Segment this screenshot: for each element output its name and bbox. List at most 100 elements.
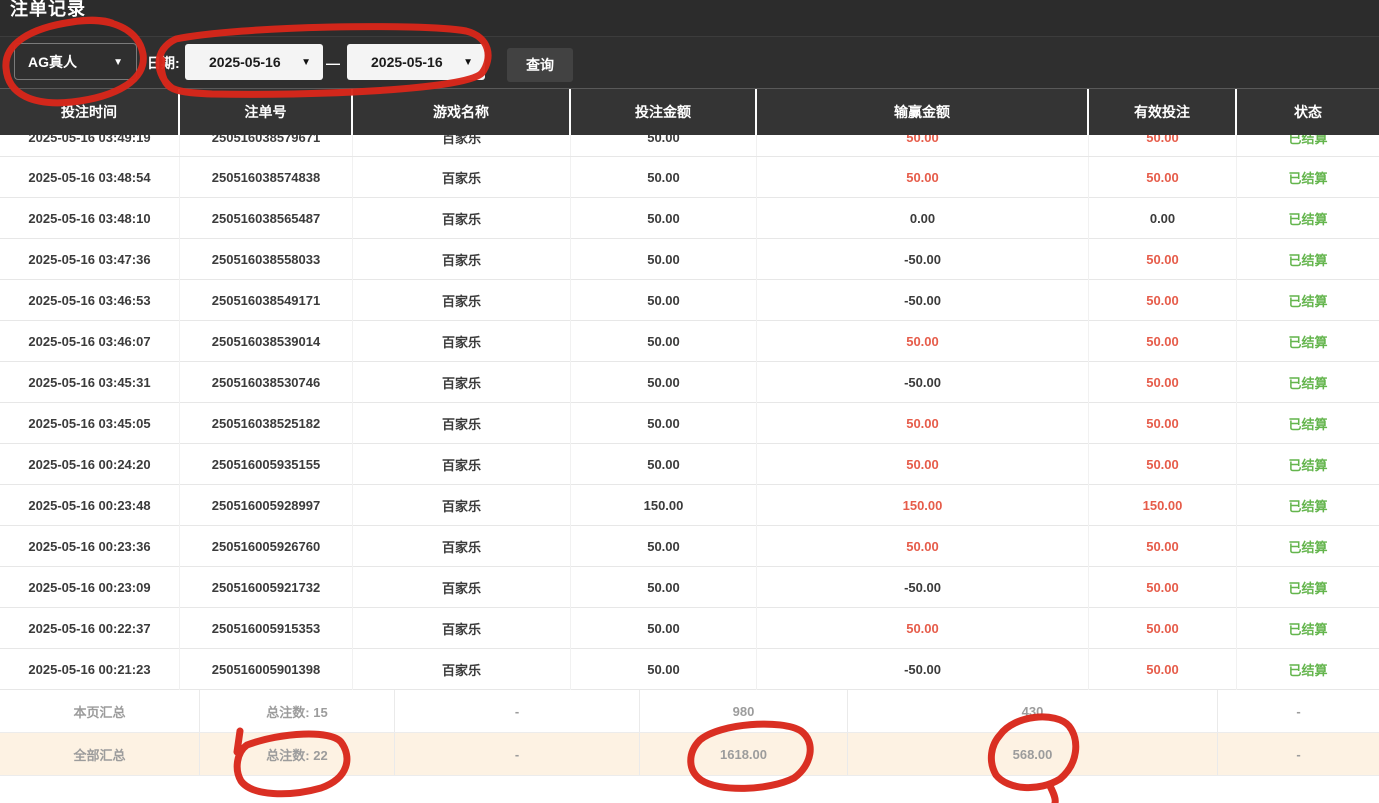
date-from-select[interactable]: 2025-05-16 ▼	[185, 44, 323, 80]
cell-valid-bet: 50.00	[1089, 135, 1237, 157]
cell-bet-time: 2025-05-16 03:48:54	[0, 157, 180, 198]
cell-bet-time: 2025-05-16 00:21:23	[0, 649, 180, 690]
table-row: 2025-05-16 00:23:48 250516005928997 百家乐 …	[0, 485, 1379, 526]
page-title: 注单记录	[10, 0, 86, 21]
cell-bet-time: 2025-05-16 00:24:20	[0, 444, 180, 485]
chevron-down-icon: ▼	[113, 57, 123, 68]
cell-status: 已结算	[1237, 444, 1379, 485]
cell-game-name: 百家乐	[353, 135, 571, 157]
cell-status: 已结算	[1237, 649, 1379, 690]
table-row: 2025-05-16 03:46:07 250516038539014 百家乐 …	[0, 321, 1379, 362]
cell-valid-bet: 50.00	[1089, 444, 1237, 485]
cell-win-loss: 50.00	[757, 403, 1089, 444]
cell-valid-bet: 50.00	[1089, 280, 1237, 321]
cell-status: 已结算	[1237, 485, 1379, 526]
cell-game-name: 百家乐	[353, 526, 571, 567]
cell-win-loss: -50.00	[757, 649, 1089, 690]
table-row: 2025-05-16 03:47:36 250516038558033 百家乐 …	[0, 239, 1379, 280]
cell-bet-number: 250516038539014	[180, 321, 353, 362]
table-row: 2025-05-16 03:45:31 250516038530746 百家乐 …	[0, 362, 1379, 403]
game-platform-value: AG真人	[28, 52, 77, 72]
cell-bet-number: 250516005915353	[180, 608, 353, 649]
cell-bet-time: 2025-05-16 00:22:37	[0, 608, 180, 649]
grand-summary-game: -	[395, 733, 640, 775]
col-header-bet-amount: 投注金额	[571, 89, 757, 135]
page-summary-count: 总注数: 15	[200, 690, 395, 732]
cell-win-loss: 50.00	[757, 135, 1089, 157]
grand-summary-row: 全部汇总 总注数: 22 - 1618.00 568.00 -	[0, 733, 1379, 776]
cell-bet-time: 2025-05-16 03:48:10	[0, 198, 180, 239]
date-label: 日期:	[147, 37, 180, 89]
page-summary-game: -	[395, 690, 640, 732]
table-row: 2025-05-16 00:23:09 250516005921732 百家乐 …	[0, 567, 1379, 608]
cell-valid-bet: 0.00	[1089, 198, 1237, 239]
table-row: 2025-05-16 03:48:54 250516038574838 百家乐 …	[0, 157, 1379, 198]
cell-bet-amount: 50.00	[571, 444, 757, 485]
cell-bet-number: 250516038574838	[180, 157, 353, 198]
filter-bar: AG真人 ▼ 日期: 2025-05-16 ▼ — 2025-05-16 ▼ 查…	[0, 36, 1379, 88]
table-row: 2025-05-16 03:48:10 250516038565487 百家乐 …	[0, 198, 1379, 239]
cell-bet-time: 2025-05-16 00:23:36	[0, 526, 180, 567]
cell-valid-bet: 50.00	[1089, 321, 1237, 362]
cell-bet-number: 250516005926760	[180, 526, 353, 567]
cell-bet-amount: 50.00	[571, 280, 757, 321]
col-header-bet-time: 投注时间	[0, 89, 180, 135]
date-to-select[interactable]: 2025-05-16 ▼	[347, 44, 485, 80]
cell-game-name: 百家乐	[353, 198, 571, 239]
page-summary-status: -	[1218, 690, 1379, 732]
cell-game-name: 百家乐	[353, 485, 571, 526]
cell-status: 已结算	[1237, 157, 1379, 198]
cell-win-loss: -50.00	[757, 239, 1089, 280]
cell-win-loss: -50.00	[757, 362, 1089, 403]
cell-status: 已结算	[1237, 321, 1379, 362]
cell-valid-bet: 50.00	[1089, 567, 1237, 608]
table-body: 2025-05-16 03:49:19 250516038579671 百家乐 …	[0, 135, 1379, 690]
cell-bet-number: 250516038530746	[180, 362, 353, 403]
cell-bet-number: 250516005921732	[180, 567, 353, 608]
table-row: 2025-05-16 03:49:19 250516038579671 百家乐 …	[0, 135, 1379, 157]
cell-game-name: 百家乐	[353, 362, 571, 403]
cell-win-loss: 50.00	[757, 608, 1089, 649]
cell-game-name: 百家乐	[353, 649, 571, 690]
cell-game-name: 百家乐	[353, 444, 571, 485]
page-summary-label: 本页汇总	[0, 690, 200, 732]
col-header-game-name: 游戏名称	[353, 89, 571, 135]
page-summary-row: 本页汇总 总注数: 15 - 980 430 -	[0, 690, 1379, 733]
cell-bet-amount: 50.00	[571, 135, 757, 157]
col-header-status: 状态	[1237, 89, 1379, 135]
cell-bet-time: 2025-05-16 00:23:09	[0, 567, 180, 608]
cell-game-name: 百家乐	[353, 567, 571, 608]
cell-bet-number: 250516038549171	[180, 280, 353, 321]
cell-valid-bet: 50.00	[1089, 526, 1237, 567]
grand-summary-label: 全部汇总	[0, 733, 200, 775]
col-header-win-loss: 输赢金额	[757, 89, 1089, 135]
cell-bet-amount: 50.00	[571, 321, 757, 362]
page-summary-valid: 430	[848, 690, 1218, 732]
cell-bet-amount: 50.00	[571, 362, 757, 403]
cell-game-name: 百家乐	[353, 280, 571, 321]
cell-bet-number: 250516038579671	[180, 135, 353, 157]
cell-valid-bet: 50.00	[1089, 362, 1237, 403]
query-button[interactable]: 查询	[507, 48, 573, 82]
cell-bet-number: 250516038565487	[180, 198, 353, 239]
cell-bet-amount: 50.00	[571, 198, 757, 239]
date-to-value: 2025-05-16	[371, 54, 443, 70]
cell-valid-bet: 150.00	[1089, 485, 1237, 526]
game-platform-select[interactable]: AG真人 ▼	[14, 43, 137, 80]
cell-win-loss: 0.00	[757, 198, 1089, 239]
cell-bet-time: 2025-05-16 03:46:53	[0, 280, 180, 321]
table-row: 2025-05-16 03:45:05 250516038525182 百家乐 …	[0, 403, 1379, 444]
cell-bet-number: 250516038558033	[180, 239, 353, 280]
grand-summary-count: 总注数: 22	[200, 733, 395, 775]
cell-bet-number: 250516038525182	[180, 403, 353, 444]
table-row: 2025-05-16 00:24:20 250516005935155 百家乐 …	[0, 444, 1379, 485]
cell-win-loss: -50.00	[757, 280, 1089, 321]
cell-status: 已结算	[1237, 280, 1379, 321]
col-header-bet-number: 注单号	[180, 89, 353, 135]
cell-bet-amount: 50.00	[571, 649, 757, 690]
cell-win-loss: 50.00	[757, 321, 1089, 362]
cell-bet-amount: 50.00	[571, 403, 757, 444]
cell-valid-bet: 50.00	[1089, 608, 1237, 649]
cell-status: 已结算	[1237, 567, 1379, 608]
cell-status: 已结算	[1237, 362, 1379, 403]
